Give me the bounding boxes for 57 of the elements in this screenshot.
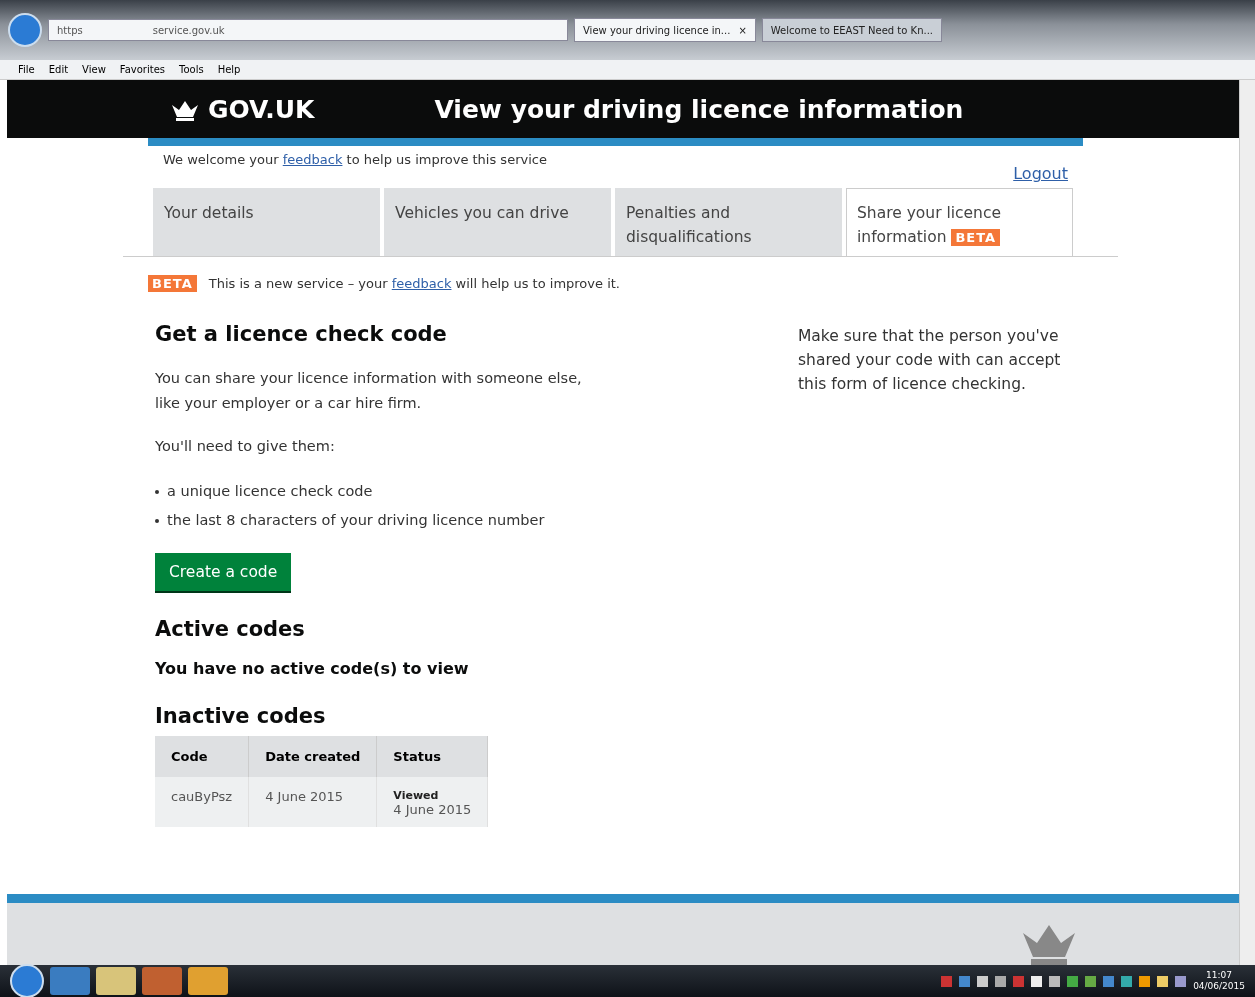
intro-text: You can share your licence information with someone else, like your employer or a car hire firm. [155, 369, 583, 413]
clock-time: 11:07 [1205, 970, 1234, 981]
beta-tag: BETA [951, 229, 1001, 246]
section-heading: Get a licence check code [155, 322, 448, 346]
column-header: Status [376, 736, 488, 777]
section-heading: Active codes [155, 617, 306, 641]
list-item: a unique licence check code [167, 482, 373, 501]
logout-link[interactable]: Logout [1013, 164, 1068, 188]
menu-item[interactable]: Favorites [119, 64, 165, 75]
logo[interactable]: GOV.UK [208, 94, 315, 124]
address-bar[interactable]: https service.gov.uk [48, 19, 568, 41]
tray-icon[interactable] [1067, 975, 1079, 987]
clock-date: 04/06/2015 [1193, 981, 1245, 992]
aside-text: Make sure that the person you've shared your code with can accept this form of licence checking. [798, 326, 1062, 395]
nav-tab[interactable]: Vehicles you can drive [384, 188, 611, 256]
bullet-icon [155, 518, 159, 523]
table-cell: 4 June 2015 [248, 777, 377, 827]
tray-icon[interactable] [1175, 975, 1187, 987]
create-code-button[interactable]: Create a code [155, 553, 292, 591]
menu-item[interactable]: File [18, 64, 35, 75]
beta-tag: BETA [148, 275, 197, 292]
list-item: the last 8 characters of your driving licence number [167, 511, 545, 530]
tray-icon[interactable] [1085, 975, 1097, 987]
feedback-link[interactable]: feedback [282, 152, 343, 167]
tray-icon[interactable] [1049, 975, 1061, 987]
status-label: Viewed [393, 789, 440, 802]
body-text: You'll need to give them: [155, 437, 336, 456]
column-header: Code [155, 736, 249, 777]
tray-icon[interactable] [995, 975, 1007, 987]
tray-icon[interactable] [1031, 975, 1043, 987]
menu-item[interactable]: Help [217, 64, 241, 75]
beta-text: This is a new service – your feedback will help us to improve it. [208, 276, 620, 291]
nav-tab[interactable]: Share your licence information BETA [846, 188, 1073, 256]
tray-icon[interactable] [1157, 975, 1169, 987]
scrollbar[interactable] [1239, 80, 1255, 965]
nav-tab[interactable]: Your details [153, 188, 380, 256]
menu-item[interactable]: View [82, 64, 106, 75]
feedback-text: We welcome your feedback to help us improve this service [163, 152, 547, 169]
table-cell: cauByPsz [155, 777, 249, 827]
tray-icon[interactable] [1121, 975, 1133, 987]
status-text: You have no active code(s) to view [155, 659, 470, 678]
menu-item[interactable]: Edit [48, 64, 69, 75]
section-heading: Inactive codes [155, 704, 327, 728]
table-cell: 4 June 2015 [393, 802, 472, 817]
nav-tab[interactable]: Penalties and disqualifications [615, 188, 842, 256]
feedback-link[interactable]: feedback [391, 276, 452, 291]
menu-item[interactable]: Tools [179, 64, 204, 75]
page-title: View your driving licence information [434, 94, 964, 124]
browser-tab[interactable]: Welcome to EEAST Need to Kn... [761, 18, 942, 42]
start-button[interactable] [10, 964, 44, 997]
browser-tab[interactable]: View your driving licence in... × [574, 18, 756, 42]
close-icon[interactable]: × [738, 24, 747, 36]
tray-icon[interactable] [977, 975, 989, 987]
column-header: Date created [248, 736, 377, 777]
bullet-icon [155, 489, 159, 494]
back-button[interactable] [8, 13, 42, 47]
tray-icon[interactable] [1139, 975, 1151, 987]
